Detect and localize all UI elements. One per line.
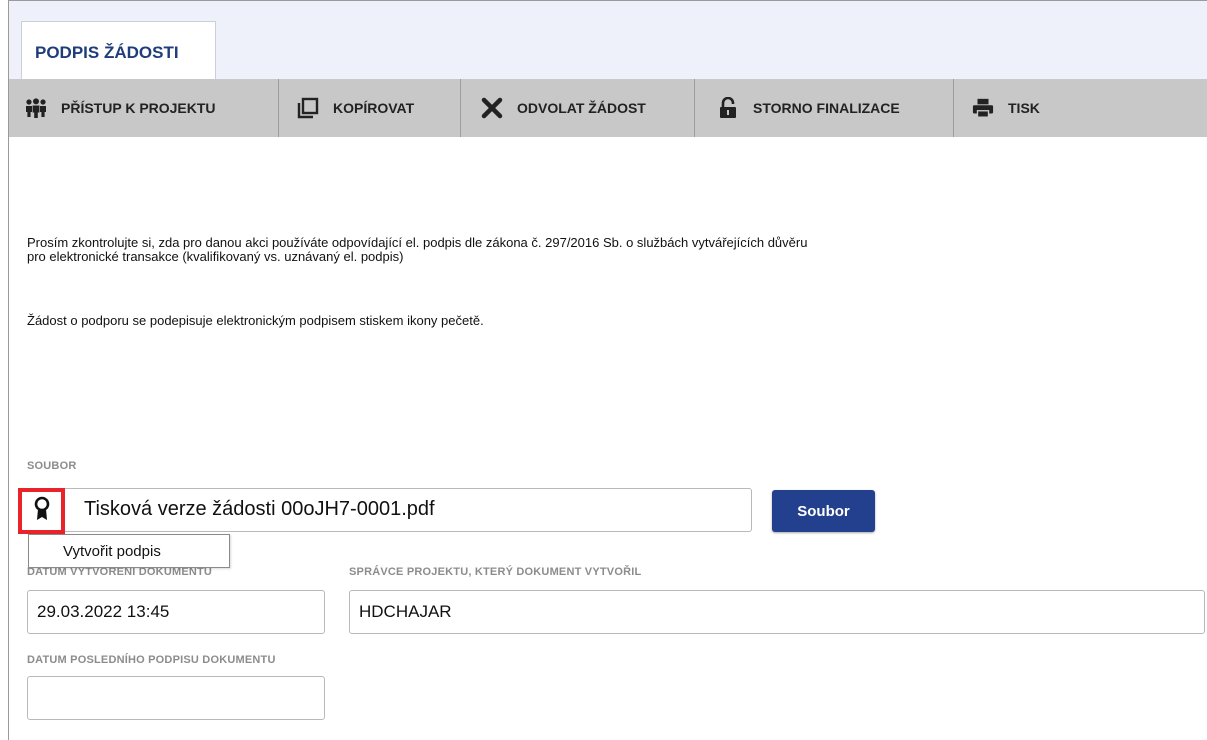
access-project-button[interactable]: PŘÍSTUP K PROJEKTU xyxy=(9,79,279,137)
notice-line-1: Prosím zkontrolujte si, zda pro danou ak… xyxy=(27,235,808,250)
copy-icon xyxy=(297,97,319,119)
toolbar: PŘÍSTUP K PROJEKTU KOPÍROVAT ODVOLAT ŽÁD… xyxy=(9,79,1207,137)
toolbar-label: STORNO FINALIZACE xyxy=(753,100,900,116)
notice-line-3: Žádost o podporu se podepisuje elektroni… xyxy=(27,313,484,328)
file-label: SOUBOR xyxy=(27,460,77,472)
created-date-field[interactable]: 29.03.2022 13:45 xyxy=(27,590,325,634)
last-signature-label: DATUM POSLEDNÍHO PODPISU DOKUMENTU xyxy=(27,654,276,666)
withdraw-button[interactable]: ODVOLAT ŽÁDOST xyxy=(461,79,695,137)
tab-podpis-zadosti[interactable]: PODPIS ŽÁDOSTI xyxy=(21,21,216,80)
toolbar-label: TISK xyxy=(1008,100,1040,116)
last-signature-field[interactable] xyxy=(27,676,325,720)
tab-label: PODPIS ŽÁDOSTI xyxy=(35,43,179,62)
tab-strip: PODPIS ŽÁDOSTI xyxy=(9,1,1207,80)
people-icon xyxy=(25,97,47,119)
create-signature-tooltip[interactable]: Vytvořit podpis xyxy=(28,534,230,568)
copy-button[interactable]: KOPÍROVAT xyxy=(279,79,461,137)
file-name: Tisková verze žádosti 00oJH7-0001.pdf xyxy=(84,498,435,520)
toolbar-label: ODVOLAT ŽÁDOST xyxy=(517,100,646,116)
toolbar-label: PŘÍSTUP K PROJEKTU xyxy=(61,100,216,116)
project-manager-label: SPRÁVCE PROJEKTU, KTERÝ DOKUMENT VYTVOŘI… xyxy=(349,566,642,578)
seal-icon xyxy=(33,496,51,527)
cancel-finalization-button[interactable]: STORNO FINALIZACE xyxy=(695,79,954,137)
print-button[interactable]: TISK xyxy=(954,79,1074,137)
unlock-icon xyxy=(717,97,739,119)
print-icon xyxy=(972,97,994,119)
file-button[interactable]: Soubor xyxy=(772,490,875,532)
close-icon xyxy=(481,97,503,119)
toolbar-label: KOPÍROVAT xyxy=(333,100,415,116)
notice-line-2: pro elektronické transakce (kvalifikovan… xyxy=(27,249,404,264)
project-manager-field[interactable]: HDCHAJAR xyxy=(349,590,1205,634)
seal-button[interactable] xyxy=(18,488,65,534)
